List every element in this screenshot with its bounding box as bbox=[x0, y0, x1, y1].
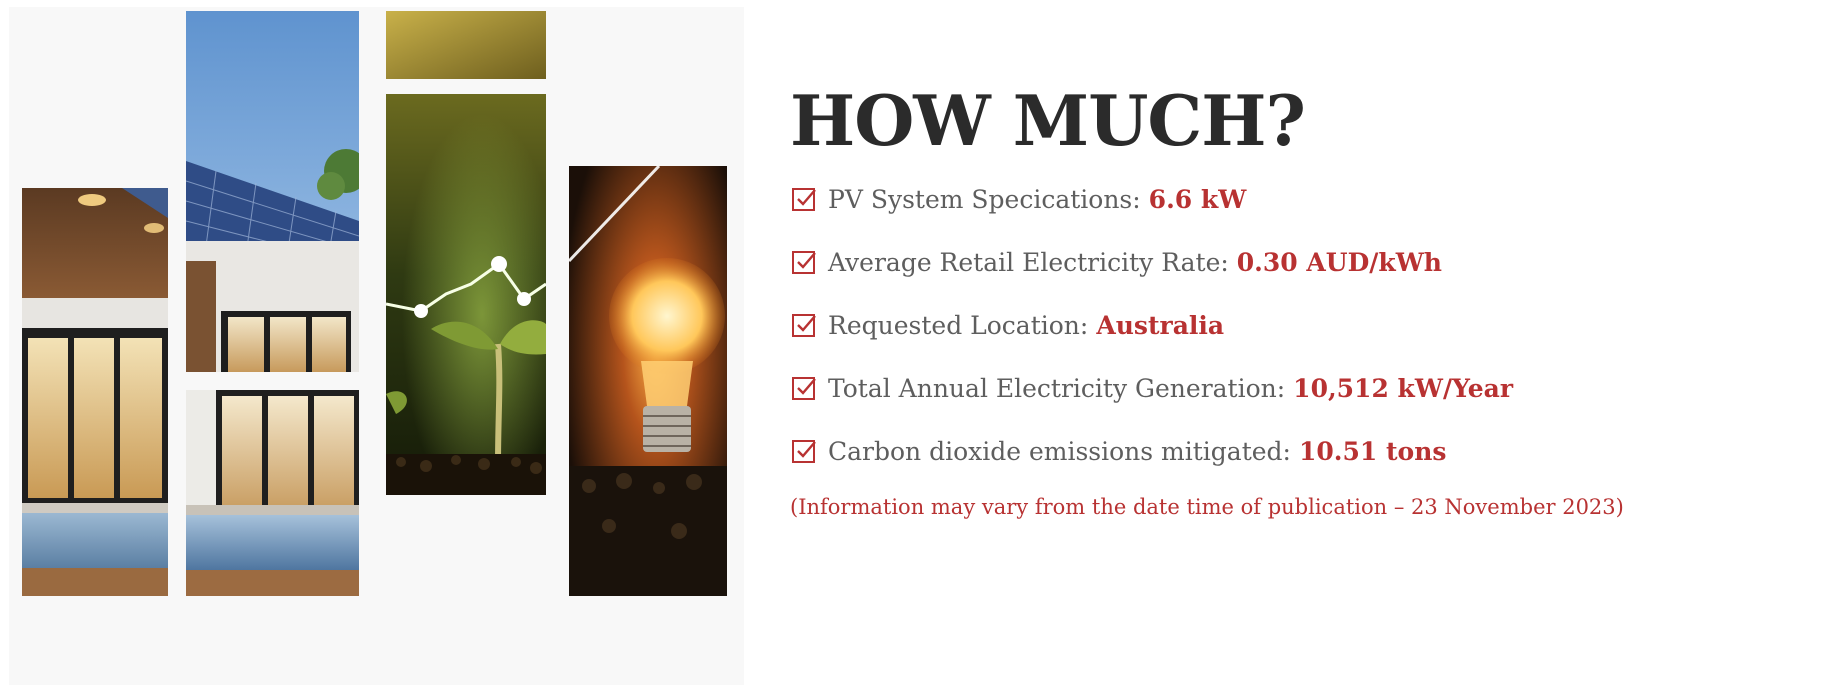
spec-label: PV System Specications: bbox=[828, 184, 1141, 214]
checkbox-check-icon bbox=[792, 377, 816, 400]
plant-sprout-image bbox=[386, 94, 546, 495]
spec-value: Australia bbox=[1096, 310, 1225, 340]
house-pool-image bbox=[186, 390, 359, 596]
spec-label: Requested Location: bbox=[828, 310, 1089, 340]
checkbox-check-icon bbox=[792, 251, 816, 274]
image-collage bbox=[9, 7, 744, 685]
spec-value: 6.6 kW bbox=[1148, 184, 1247, 214]
spec-list: PV System Specications: 6.6 kW Average R… bbox=[790, 180, 1790, 470]
spec-item-pv-system: PV System Specications: 6.6 kW bbox=[790, 180, 1790, 218]
checkbox-check-icon bbox=[792, 314, 816, 337]
spec-label: Total Annual Electricity Generation: bbox=[828, 373, 1286, 403]
page-title: HOW MUCH? bbox=[790, 81, 1306, 162]
light-bulb-image bbox=[569, 166, 727, 596]
spec-label: Carbon dioxide emissions mitigated: bbox=[828, 436, 1291, 466]
spec-value: 10,512 kW/Year bbox=[1293, 373, 1514, 403]
spec-item-co2-mitigated: Carbon dioxide emissions mitigated: 10.5… bbox=[790, 432, 1790, 470]
spec-item-electricity-rate: Average Retail Electricity Rate: 0.30 AU… bbox=[790, 243, 1790, 281]
spec-value: 10.51 tons bbox=[1298, 436, 1447, 466]
checkbox-check-icon bbox=[792, 188, 816, 211]
solar-house-image bbox=[186, 11, 359, 372]
pricing-info-panel: HOW MUCH? PV System Specications: 6.6 kW… bbox=[790, 81, 1790, 520]
spec-item-annual-generation: Total Annual Electricity Generation: 10,… bbox=[790, 369, 1790, 407]
checkbox-check-icon bbox=[792, 440, 816, 463]
house-image-left bbox=[22, 188, 168, 596]
spec-value: 0.30 AUD/kWh bbox=[1236, 247, 1442, 277]
plant-image-top bbox=[386, 11, 546, 79]
publication-note: (Information may vary from the date time… bbox=[790, 495, 1624, 519]
spec-label: Average Retail Electricity Rate: bbox=[828, 247, 1229, 277]
spec-item-location: Requested Location: Australia bbox=[790, 306, 1790, 344]
